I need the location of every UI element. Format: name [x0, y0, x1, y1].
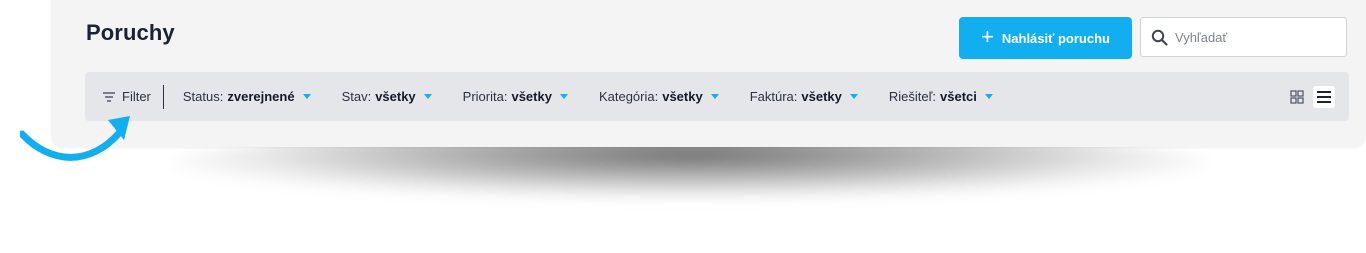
- filter-solver-label: Riešiteľ:: [888, 89, 937, 104]
- filter-status-value: zverejnené: [227, 89, 295, 104]
- filter-invoice-label: Faktúra:: [749, 89, 798, 104]
- filter-priority-label: Priorita:: [462, 89, 508, 104]
- filter-toggle-label: Filter: [122, 89, 151, 104]
- filter-status-dropdown[interactable]: Status: zverejnené: [183, 89, 311, 104]
- filter-invoice-dropdown[interactable]: Faktúra: všetky: [750, 89, 858, 104]
- filter-solver-value: všetci: [940, 89, 977, 104]
- list-view-icon: [1317, 91, 1331, 103]
- list-view-button[interactable]: [1313, 86, 1335, 108]
- filter-category-value: všetky: [662, 89, 703, 104]
- filter-stav-dropdown[interactable]: Stav: všetky: [342, 89, 432, 104]
- filter-category-dropdown[interactable]: Kategória: všetky: [599, 89, 719, 104]
- caret-down-icon: [710, 94, 719, 99]
- filter-invoice-value: všetky: [801, 89, 842, 104]
- plus-icon: +: [981, 24, 994, 49]
- filter-priority-value: všetky: [511, 89, 552, 104]
- caret-down-icon: [423, 94, 432, 99]
- screenshot-stage: Poruchy + Nahlásiť poruchu Filter: [0, 0, 1366, 253]
- filter-bar: Filter Status: zverejnené Stav: všetky P…: [85, 72, 1349, 121]
- caret-down-icon: [559, 94, 568, 99]
- grid-view-icon: [1290, 90, 1304, 104]
- filter-divider: [162, 84, 164, 109]
- filter-category-label: Kategória:: [598, 89, 659, 104]
- view-mode-toggles: [1287, 86, 1335, 108]
- report-fault-button[interactable]: + Nahlásiť poruchu: [959, 17, 1132, 59]
- grid-view-button[interactable]: [1287, 87, 1307, 107]
- filter-status-label: Status:: [182, 89, 224, 104]
- filter-toggle[interactable]: Filter: [102, 89, 151, 104]
- caret-down-icon: [302, 94, 311, 99]
- filter-priority-dropdown[interactable]: Priorita: všetky: [463, 89, 568, 104]
- search-box[interactable]: [1140, 17, 1347, 57]
- caret-down-icon: [984, 94, 993, 99]
- filter-icon: [103, 91, 115, 102]
- filter-stav-value: všetky: [375, 89, 416, 104]
- filter-stav-label: Stav:: [341, 89, 372, 104]
- header-card: Poruchy + Nahlásiť poruchu Filter: [51, 0, 1366, 147]
- caret-down-icon: [849, 94, 858, 99]
- report-fault-button-label: Nahlásiť poruchu: [1001, 30, 1110, 46]
- curved-arrow-icon: [20, 116, 130, 161]
- filter-solver-dropdown[interactable]: Riešiteľ: všetci: [889, 89, 993, 104]
- search-icon: [1151, 29, 1168, 46]
- page-title: Poruchy: [86, 20, 175, 45]
- search-input[interactable]: [1173, 28, 1347, 46]
